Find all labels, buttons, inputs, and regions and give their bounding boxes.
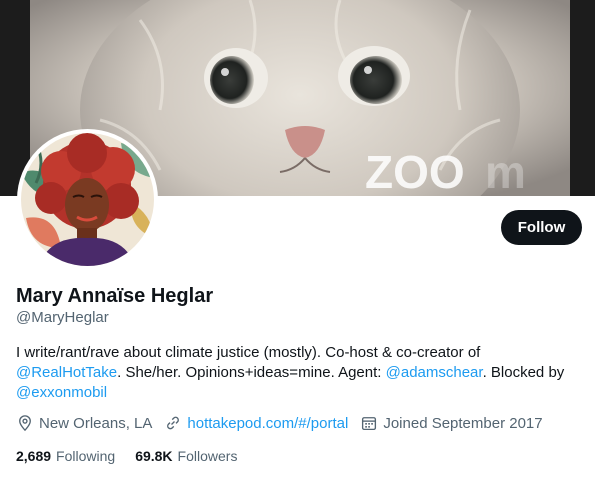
bio-line-2: @RealHotTake. She/her. Opinions+ideas=mi…: [16, 363, 576, 383]
avatar-illustration: [21, 133, 154, 266]
followers-link[interactable]: 69.8K Followers: [135, 448, 237, 464]
calendar-icon: [362, 417, 377, 431]
profile-avatar[interactable]: [17, 129, 158, 270]
followers-label: Followers: [177, 448, 238, 464]
follow-button[interactable]: Follow: [501, 210, 582, 245]
link-icon: [167, 416, 180, 430]
website-link[interactable]: hottakepod.com/#/portal: [187, 415, 348, 432]
following-count: 2,689: [16, 448, 52, 464]
location-text: New Orleans, LA: [39, 414, 153, 432]
profile-bio: I write/rant/rave about climate justice …: [16, 343, 576, 403]
following-link[interactable]: 2,689 Following: [16, 448, 115, 464]
profile-stats: 2,689 Following 69.8K Followers: [16, 448, 257, 464]
bio-text-segment-end: . Blocked by: [482, 364, 565, 381]
svg-text:m: m: [485, 146, 526, 196]
website-item: hottakepod.com/#/portal: [164, 414, 348, 432]
mention-exxonmobil-link[interactable]: @exxonmobil: [16, 384, 107, 401]
joined-text: Joined September 2017: [383, 414, 543, 432]
followers-count: 69.8K: [135, 448, 173, 464]
bio-line-3: @exxonmobil: [16, 383, 576, 403]
bio-text-segment: . She/her. Opinions+ideas=mine. Agent:: [117, 364, 386, 381]
zoom-watermark: ZOO: [365, 146, 465, 196]
mention-realhottake-link[interactable]: @RealHotTake: [16, 364, 117, 381]
bio-line-1: I write/rant/rave about climate justice …: [16, 344, 481, 361]
joined-item: Joined September 2017: [360, 414, 543, 432]
profile-display-name: Mary Annaïse Heglar: [16, 285, 214, 307]
profile-handle: @MaryHeglar: [16, 309, 109, 326]
location-icon: [19, 415, 31, 432]
mention-adamschear-link[interactable]: @adamschear: [386, 364, 483, 381]
location-item: New Orleans, LA: [16, 414, 152, 432]
profile-meta-row: New Orleans, LA hottakepod.com/#/portal …: [16, 413, 555, 433]
following-label: Following: [56, 448, 116, 464]
